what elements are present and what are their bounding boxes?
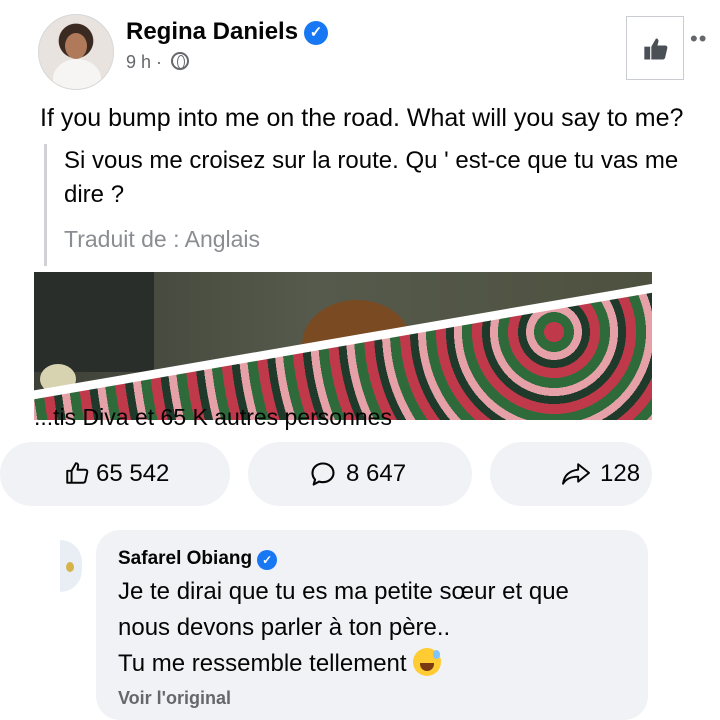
globe-icon xyxy=(171,52,190,70)
like-page-button[interactable] xyxy=(626,16,684,80)
verified-badge-icon: ✓ xyxy=(304,21,329,45)
like-count-button[interactable]: 65 542 xyxy=(0,442,230,506)
comment-line-with-emoji: Tu me ressemble tellement xyxy=(118,646,638,682)
comment-bubble-icon xyxy=(311,462,335,486)
like-outline-icon xyxy=(66,462,89,484)
comment-line: Je te dirai que tu es ma petite sœur et … xyxy=(118,578,569,605)
translated-text: Si vous me croisez sur la route. Qu ' es… xyxy=(64,147,679,208)
grinning-sweat-emoji-icon xyxy=(412,648,441,676)
comment-line: Tu me ressemble tellement xyxy=(118,650,407,677)
meta-separator: · xyxy=(156,52,163,72)
post-meta: 9 h · xyxy=(126,52,190,73)
thumbs-up-icon xyxy=(644,38,668,60)
reactors-summary[interactable]: ...tis Diva et 65 K autres personnes xyxy=(34,400,674,434)
post-photo[interactable] xyxy=(34,272,652,420)
more-options-button[interactable]: •• xyxy=(690,26,707,52)
share-count-button[interactable]: 128 xyxy=(490,442,652,506)
author-avatar[interactable] xyxy=(38,14,114,90)
share-count: 128 xyxy=(600,460,641,487)
share-arrow-icon xyxy=(562,463,590,485)
see-original-link[interactable]: Voir l'original xyxy=(118,688,231,709)
avatar-face xyxy=(65,33,87,59)
comment-count-button[interactable]: 8 647 xyxy=(248,442,472,506)
author-name-row[interactable]: Regina Daniels ✓ xyxy=(126,18,329,46)
translation-source[interactable]: Traduit de : Anglais xyxy=(64,226,710,253)
post-text: If you bump into me on the road. What wi… xyxy=(40,104,684,132)
comment-line: nous devons parler à ton père.. xyxy=(118,614,451,641)
commenter-name-row[interactable]: Safarel Obiang ✓ xyxy=(118,548,278,570)
post-header: Regina Daniels ✓ 9 h · •• xyxy=(38,12,710,92)
commenter-avatar[interactable] xyxy=(60,540,82,592)
comment-bubble: Safarel Obiang ✓ Je te dirai que tu es ma… xyxy=(96,530,648,720)
translation-block: Si vous me croisez sur la route. Qu ' es… xyxy=(44,144,710,266)
author-name[interactable]: Regina Daniels xyxy=(126,18,298,45)
commenter-name[interactable]: Safarel Obiang xyxy=(118,548,252,569)
verified-badge-icon: ✓ xyxy=(257,550,278,570)
comment-count: 8 647 xyxy=(346,460,407,487)
post-time[interactable]: 9 h xyxy=(126,52,151,72)
like-count: 65 542 xyxy=(96,460,170,487)
avatar-body xyxy=(53,59,101,89)
photo-window xyxy=(34,272,154,372)
comment-text: Je te dirai que tu es ma petite sœur et … xyxy=(118,574,638,682)
reactors-text: ...tis Diva et 65 K autres personnes xyxy=(34,404,392,430)
